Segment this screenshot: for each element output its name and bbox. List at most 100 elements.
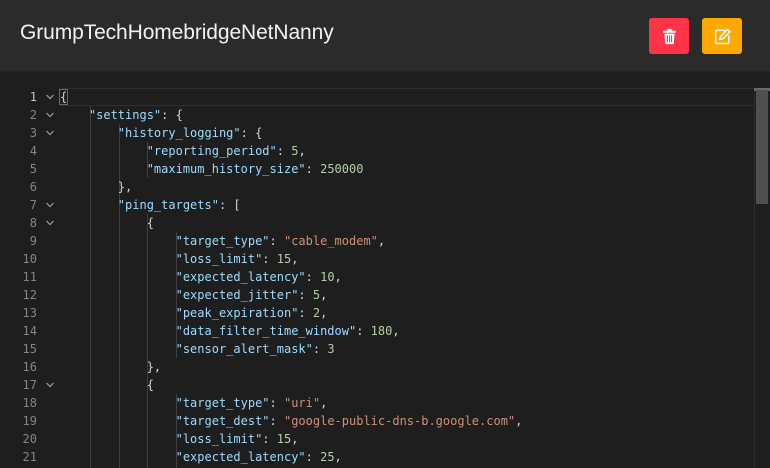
line-number: 7: [29, 198, 37, 212]
code-token: "sensor_alert_mask": [175, 342, 313, 356]
code-token: ,: [291, 252, 299, 266]
code-token: "history_logging": [117, 126, 241, 140]
code-line[interactable]: "sensor_alert_mask": 3: [60, 340, 335, 358]
json-editor[interactable]: 1 2 3 4 5 6 7 8 9 10 11 12 13 14 15 16 17 18 19 20 21 { "set…: [0, 72, 770, 468]
line-number: 12: [22, 288, 37, 302]
code-line[interactable]: {: [58, 88, 69, 106]
code-line[interactable]: },: [60, 358, 161, 376]
code-token: :: [269, 234, 284, 248]
code-token: ,: [515, 414, 523, 428]
code-line[interactable]: },: [60, 178, 132, 196]
code-line[interactable]: "history_logging": {: [60, 124, 263, 142]
code-line[interactable]: "reporting_period": 5,: [60, 142, 306, 160]
line-number: 4: [29, 144, 37, 158]
fold-chevron-icon[interactable]: [44, 88, 56, 106]
code-token: "ping_targets": [117, 198, 219, 212]
code-line[interactable]: {: [60, 214, 154, 232]
line-number: 9: [29, 234, 37, 248]
code-token: :: [305, 270, 321, 284]
fold-chevron-icon[interactable]: [44, 106, 56, 124]
code-line[interactable]: "target_dest": "google-public-dns-b.goog…: [60, 412, 523, 430]
code-line[interactable]: "target_type": "uri",: [60, 394, 328, 412]
code-token: {: [58, 89, 69, 105]
code-token: "expected_jitter": [175, 288, 299, 302]
code-token: :: [269, 414, 284, 428]
fold-chevron-icon[interactable]: [44, 214, 56, 232]
code-token: {: [60, 378, 154, 392]
code-token: :: [262, 252, 277, 266]
line-number: 18: [22, 396, 37, 410]
code-token: ,: [298, 144, 306, 158]
code-token: ,: [334, 450, 342, 464]
fold-chevron-icon[interactable]: [44, 124, 56, 142]
code-token: "reporting_period": [146, 144, 277, 158]
code-token: :: [305, 162, 321, 176]
line-number: 2: [29, 108, 37, 122]
code-token: "peak_expiration": [175, 306, 299, 320]
code-line[interactable]: "loss_limit": 15,: [60, 430, 299, 448]
code-area[interactable]: { "settings": { "history_logging": { "re…: [58, 72, 754, 468]
code-token: ,: [320, 306, 328, 320]
code-token: "google-public-dns-b.google.com": [283, 414, 516, 428]
code-token: "cable_modem": [283, 234, 378, 248]
code-token: 180: [370, 324, 393, 338]
code-token: ,: [320, 396, 328, 410]
code-token: : {: [161, 108, 183, 122]
code-line[interactable]: "expected_latency": 10,: [60, 268, 342, 286]
code-token: ,: [392, 324, 400, 338]
edit-button[interactable]: [702, 18, 742, 54]
code-token: 250000: [320, 162, 364, 176]
line-number: 21: [22, 450, 37, 464]
code-token: :: [269, 396, 284, 410]
line-number: 17: [22, 378, 37, 392]
code-token: "target_type": [175, 396, 270, 410]
code-token: ,: [334, 270, 342, 284]
code-token: "expected_latency": [175, 270, 306, 284]
fold-chevron-icon[interactable]: [44, 196, 56, 214]
line-number: 8: [29, 216, 37, 230]
delete-button[interactable]: [649, 18, 689, 54]
fold-chevron-icon[interactable]: [44, 376, 56, 394]
page-title: GrumpTechHomebridgeNetNanny: [20, 21, 334, 44]
edit-icon: [714, 27, 731, 44]
code-token: :: [298, 288, 313, 302]
code-token: :: [298, 306, 313, 320]
code-token: },: [60, 360, 162, 374]
code-token: :: [312, 342, 328, 356]
line-number-gutter: 1 2 3 4 5 6 7 8 9 10 11 12 13 14 15 16 17 18 19 20 21: [0, 72, 60, 468]
code-token: "target_dest": [175, 414, 270, 428]
line-number: 5: [29, 162, 37, 176]
code-line[interactable]: "loss_limit": 15,: [60, 250, 299, 268]
line-number: 19: [22, 414, 37, 428]
line-number: 13: [22, 306, 37, 320]
code-line[interactable]: "data_filter_time_window": 180,: [60, 322, 400, 340]
scrollbar-thumb[interactable]: [756, 90, 768, 204]
code-line[interactable]: {: [60, 376, 154, 394]
code-token: 15: [276, 432, 292, 446]
code-line[interactable]: "target_type": "cable_modem",: [60, 232, 386, 250]
code-line[interactable]: "settings": {: [60, 106, 183, 124]
line-number: 1: [29, 90, 37, 104]
code-token: : {: [240, 126, 263, 140]
code-line[interactable]: "peak_expiration": 2,: [60, 304, 328, 322]
code-token: :: [276, 144, 292, 158]
code-token: "target_type": [175, 234, 270, 248]
code-token: :: [356, 324, 371, 338]
code-token: "loss_limit": [175, 252, 263, 266]
code-token: 10: [320, 270, 335, 284]
code-line[interactable]: "ping_targets": [: [60, 196, 241, 214]
code-line[interactable]: "maximum_history_size": 250000: [60, 160, 364, 178]
code-line[interactable]: "expected_latency": 25,: [60, 448, 342, 466]
code-token: {: [60, 216, 154, 230]
code-line[interactable]: "expected_jitter": 5,: [60, 286, 328, 304]
code-token: 25: [320, 450, 335, 464]
